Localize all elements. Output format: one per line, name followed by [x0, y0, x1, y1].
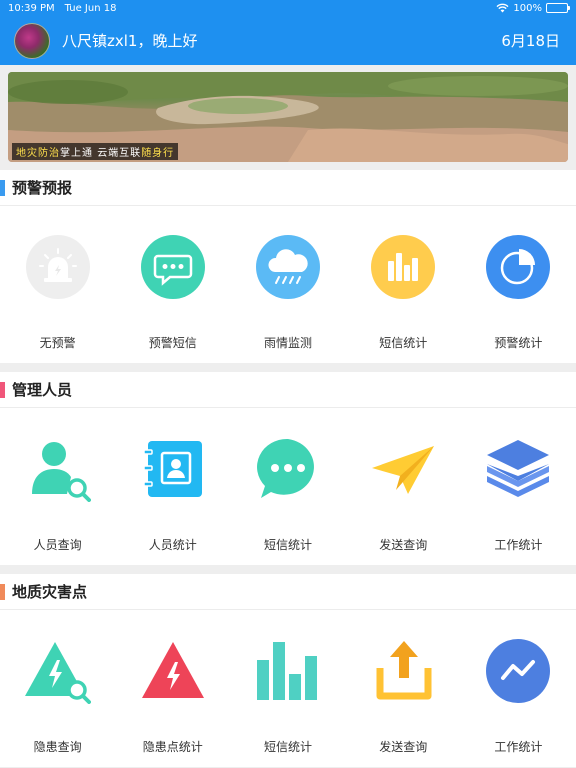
menu-item-staff-query[interactable]: 人员查询	[0, 408, 115, 565]
section-header: 管理人员	[0, 372, 576, 408]
banner-caption: 地灾防治掌上通 云端互联随身行	[12, 143, 179, 160]
section-geo-hazard: 地质灾害点 隐患查询 隐患点统计 短信统计 发送查询 工作统计	[0, 574, 576, 767]
menu-item-label: 人员统计	[148, 538, 197, 552]
menu-item-sms-stats[interactable]: 短信统计	[346, 206, 461, 363]
menu-item-warning-stats[interactable]: 预警统计	[461, 206, 576, 363]
share-upload-icon	[376, 641, 432, 700]
menu-item-label: 预警统计	[494, 336, 543, 350]
status-date: Tue Jun 18	[64, 2, 117, 14]
menu-item-label: 隐患点统计	[142, 740, 203, 754]
menu-item-label: 预警短信	[148, 336, 197, 350]
section-title: 预警预报	[12, 179, 73, 197]
menu-item-send-query[interactable]: 发送查询	[346, 408, 461, 565]
hazard-search-icon	[24, 642, 91, 704]
banner-caption-yellow-1: 地灾防治	[16, 148, 60, 159]
menu-item-label: 短信统计	[379, 336, 428, 350]
menu-item-message-stats[interactable]: 短信统计	[230, 408, 345, 565]
bar-chart-icon	[371, 235, 436, 299]
section-warning-forecast: 预警预报 无预警 预警短信 雨情监测 短信统计 预警统计	[0, 170, 576, 363]
section-accent-bar	[0, 583, 5, 600]
greeting-text: 八尺镇zxl1，晚上好	[62, 32, 198, 50]
header-date: 6月18日	[501, 32, 560, 50]
section-header: 地质灾害点	[0, 574, 576, 610]
alarm-light-icon	[25, 235, 90, 299]
section-header: 预警预报	[0, 170, 576, 206]
battery-icon	[546, 3, 570, 13]
pie-chart-icon	[486, 235, 551, 299]
menu-item-column-stats[interactable]: 短信统计	[230, 610, 345, 767]
chat-bubble-icon	[140, 235, 205, 299]
section-accent-bar	[0, 179, 5, 196]
avatar[interactable]	[14, 22, 50, 59]
section-management-staff: 管理人员 人员查询 人员统计 短信统计 发送查询 工作统计	[0, 372, 576, 565]
hazard-warning-icon	[141, 642, 204, 698]
message-dots-icon	[257, 438, 314, 498]
menu-item-hazard-query[interactable]: 隐患查询	[0, 610, 115, 767]
menu-item-label: 工作统计	[494, 538, 543, 552]
section-title: 地质灾害点	[12, 583, 88, 601]
status-bar: 10:39 PM Tue Jun 18 100%	[0, 0, 576, 16]
layers-icon	[487, 440, 550, 497]
menu-item-label: 隐患查询	[33, 740, 82, 754]
menu-item-label: 人员查询	[33, 538, 82, 552]
person-search-icon	[31, 442, 91, 502]
status-time: 10:39 PM	[8, 2, 55, 14]
menu-item-work-stats-2[interactable]: 工作统计	[461, 610, 576, 767]
wifi-icon	[496, 3, 509, 13]
menu-item-hazard-point-stats[interactable]: 隐患点统计	[115, 610, 230, 767]
menu-item-label: 工作统计	[494, 740, 543, 754]
menu-item-label: 发送查询	[379, 740, 428, 754]
banner-caption-white-2: 云端互联	[97, 148, 142, 159]
menu-item-label: 无预警	[39, 336, 76, 350]
rain-cloud-icon	[256, 235, 320, 299]
banner-caption-yellow-2: 随身行	[141, 148, 175, 159]
banner-image[interactable]: 地灾防治掌上通 云端互联随身行	[8, 72, 568, 162]
section-title: 管理人员	[12, 381, 73, 399]
paper-plane-icon	[372, 446, 435, 494]
menu-item-send-query-2[interactable]: 发送查询	[346, 610, 461, 767]
banner-caption-white-1: 掌上通	[60, 148, 93, 159]
menu-item-label: 雨情监测	[263, 336, 312, 350]
menu-item-staff-stats[interactable]: 人员统计	[115, 408, 230, 565]
menu-item-rain-monitor[interactable]: 雨情监测	[230, 206, 345, 363]
menu-item-label: 发送查询	[379, 538, 428, 552]
menu-item-label: 短信统计	[263, 740, 312, 754]
contact-book-icon	[143, 441, 202, 497]
section-accent-bar	[0, 381, 5, 398]
menu-item-warning-sms[interactable]: 预警短信	[115, 206, 230, 363]
menu-item-label: 短信统计	[263, 538, 312, 552]
menu-item-no-warning[interactable]: 无预警	[0, 206, 115, 363]
trend-line-icon	[486, 639, 551, 703]
column-chart-icon	[257, 642, 317, 700]
app-header: 八尺镇zxl1，晚上好 6月18日	[0, 16, 576, 65]
battery-percent: 100%	[513, 2, 542, 14]
menu-item-work-stats[interactable]: 工作统计	[461, 408, 576, 565]
